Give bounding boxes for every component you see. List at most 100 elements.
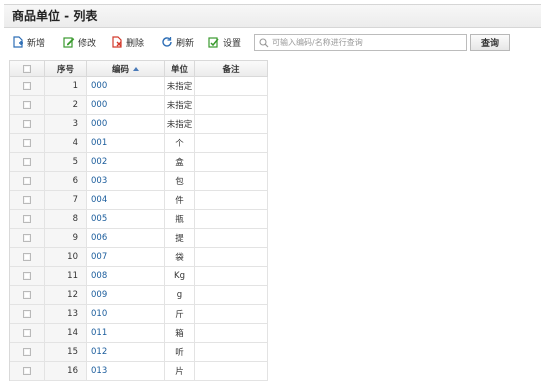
- row-checkbox[interactable]: [23, 291, 31, 299]
- row-seq: 4: [45, 134, 87, 153]
- row-checkbox-cell: [10, 305, 45, 324]
- table-row[interactable]: 14 011 箱: [10, 324, 268, 343]
- add-button[interactable]: 新增: [12, 34, 45, 50]
- row-checkbox[interactable]: [23, 215, 31, 223]
- row-code-link[interactable]: 003: [87, 172, 165, 191]
- header-note: 备注: [195, 60, 268, 77]
- row-note: [195, 153, 268, 172]
- row-checkbox-cell: [10, 324, 45, 343]
- row-checkbox[interactable]: [23, 329, 31, 337]
- row-code-link[interactable]: 005: [87, 210, 165, 229]
- row-checkbox[interactable]: [23, 310, 31, 318]
- row-code-link[interactable]: 004: [87, 191, 165, 210]
- page-title: 商品单位 - 列表: [12, 9, 98, 23]
- row-checkbox[interactable]: [23, 101, 31, 109]
- row-note: [195, 77, 268, 96]
- row-checkbox[interactable]: [23, 196, 31, 204]
- row-code-link[interactable]: 002: [87, 153, 165, 172]
- header-seq: 序号: [45, 60, 87, 77]
- row-note: [195, 267, 268, 286]
- row-code-link[interactable]: 000: [87, 115, 165, 134]
- table-row[interactable]: 7 004 件: [10, 191, 268, 210]
- row-unit: 未指定: [165, 77, 195, 96]
- edit-label: 修改: [78, 38, 97, 49]
- table-row[interactable]: 4 001 个: [10, 134, 268, 153]
- header-select-all-cell: [10, 60, 45, 77]
- table-row[interactable]: 9 006 提: [10, 229, 268, 248]
- row-checkbox[interactable]: [23, 272, 31, 280]
- query-button[interactable]: 查询: [470, 34, 510, 51]
- table-row[interactable]: 3 000 未指定: [10, 115, 268, 134]
- row-checkbox[interactable]: [23, 367, 31, 375]
- row-unit: 斤: [165, 305, 195, 324]
- row-seq: 12: [45, 286, 87, 305]
- row-unit: 个: [165, 134, 195, 153]
- row-unit: 瓶: [165, 210, 195, 229]
- row-checkbox[interactable]: [23, 120, 31, 128]
- delete-label: 删除: [126, 38, 145, 49]
- table-row[interactable]: 15 012 听: [10, 343, 268, 362]
- refresh-label: 刷新: [176, 38, 195, 49]
- header-code[interactable]: 编码: [87, 60, 165, 77]
- refresh-icon: [162, 37, 172, 47]
- header-unit: 单位: [165, 60, 195, 77]
- row-checkbox[interactable]: [23, 348, 31, 356]
- row-checkbox[interactable]: [23, 177, 31, 185]
- table-row[interactable]: 6 003 包: [10, 172, 268, 191]
- select-all-checkbox[interactable]: [23, 64, 31, 73]
- unit-table: 序号 编码 单位 备注 1 000 未指定 2 000 未指定 3 000 未指定 4 001 个 5 0…: [9, 60, 268, 381]
- table-row[interactable]: 12 009 g: [10, 286, 268, 305]
- row-unit: 未指定: [165, 96, 195, 115]
- row-note: [195, 210, 268, 229]
- row-code-link[interactable]: 011: [87, 324, 165, 343]
- row-code-link[interactable]: 013: [87, 362, 165, 381]
- row-checkbox[interactable]: [23, 82, 31, 90]
- row-seq: 9: [45, 229, 87, 248]
- edit-button[interactable]: 修改: [63, 34, 96, 50]
- row-checkbox-cell: [10, 172, 45, 191]
- row-code-link[interactable]: 006: [87, 229, 165, 248]
- table-row[interactable]: 8 005 瓶: [10, 210, 268, 229]
- settings-icon: [208, 37, 219, 48]
- table-row[interactable]: 11 008 Kg: [10, 267, 268, 286]
- row-code-link[interactable]: 008: [87, 267, 165, 286]
- table-row[interactable]: 5 002 盒: [10, 153, 268, 172]
- table-row[interactable]: 1 000 未指定: [10, 77, 268, 96]
- row-code-link[interactable]: 001: [87, 134, 165, 153]
- table-header: 序号 编码 单位 备注: [10, 60, 268, 77]
- row-seq: 3: [45, 115, 87, 134]
- row-note: [195, 172, 268, 191]
- search-input[interactable]: [272, 38, 462, 47]
- row-note: [195, 305, 268, 324]
- row-checkbox[interactable]: [23, 253, 31, 261]
- row-code-link[interactable]: 000: [87, 96, 165, 115]
- table-row[interactable]: 2 000 未指定: [10, 96, 268, 115]
- edit-icon: [63, 37, 75, 48]
- row-note: [195, 362, 268, 381]
- row-seq: 16: [45, 362, 87, 381]
- row-seq: 8: [45, 210, 87, 229]
- settings-button[interactable]: 设置: [208, 34, 241, 50]
- refresh-button[interactable]: 刷新: [161, 34, 194, 50]
- row-code-link[interactable]: 010: [87, 305, 165, 324]
- row-code-link[interactable]: 007: [87, 248, 165, 267]
- row-seq: 6: [45, 172, 87, 191]
- row-code-link[interactable]: 012: [87, 343, 165, 362]
- row-checkbox[interactable]: [23, 158, 31, 166]
- row-checkbox-cell: [10, 248, 45, 267]
- table-row[interactable]: 10 007 袋: [10, 248, 268, 267]
- row-seq: 11: [45, 267, 87, 286]
- table-row[interactable]: 13 010 斤: [10, 305, 268, 324]
- row-checkbox-cell: [10, 96, 45, 115]
- table-body: 1 000 未指定 2 000 未指定 3 000 未指定 4 001 个 5 002 盒 6 003 包 7 004…: [10, 77, 268, 381]
- row-note: [195, 286, 268, 305]
- row-code-link[interactable]: 009: [87, 286, 165, 305]
- row-checkbox[interactable]: [23, 234, 31, 242]
- row-seq: 7: [45, 191, 87, 210]
- row-unit: 未指定: [165, 115, 195, 134]
- row-checkbox[interactable]: [23, 139, 31, 147]
- delete-button[interactable]: 删除: [111, 34, 144, 50]
- row-code-link[interactable]: 000: [87, 77, 165, 96]
- table-row[interactable]: 16 013 片: [10, 362, 268, 381]
- row-seq: 1: [45, 77, 87, 96]
